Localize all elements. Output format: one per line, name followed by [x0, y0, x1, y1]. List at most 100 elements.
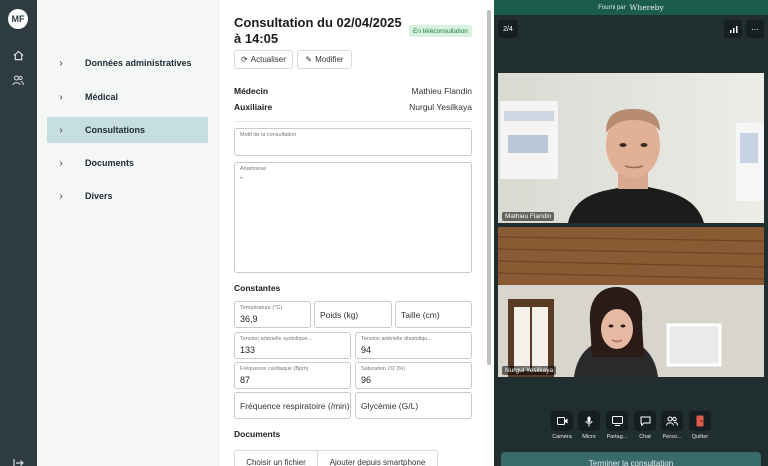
page-title: Consultation du 02/04/2025 à 14:05 [234, 15, 402, 46]
edit-button[interactable]: ✎ Modifier [297, 50, 352, 69]
sidebar-item-medical[interactable]: › Médical [47, 84, 208, 110]
systolic-value: 133 [240, 345, 256, 355]
motif-field[interactable]: Motif de la consultation [234, 128, 472, 156]
stats-icon[interactable] [724, 20, 742, 38]
microphone-icon [578, 411, 600, 431]
weight-placeholder: Poids (kg) [320, 309, 359, 320]
chevron-right-icon: › [59, 190, 63, 202]
glycemia-placeholder: Glycémie (G/L) [361, 400, 419, 411]
constants-heading: Constantes [234, 283, 281, 293]
refresh-icon: ⟳ [241, 55, 248, 64]
microphone-button[interactable]: Micro [575, 411, 603, 440]
screen-share-icon [606, 411, 628, 431]
divider [234, 121, 472, 122]
heart-rate-label: Fréquence cardiaque (Bpm) [240, 366, 309, 372]
logout-icon[interactable] [11, 456, 25, 466]
participant-name: Mathieu Flandin [502, 212, 555, 221]
pencil-icon: ✎ [305, 55, 313, 64]
temperature-field[interactable]: Température (°C) 36,9 [234, 301, 311, 328]
microphone-label: Micro [582, 434, 596, 440]
edit-label: Modifier [315, 55, 344, 64]
patient-sidebar: › Données administratives › Médical › Co… [37, 0, 220, 466]
doctor-label: Médecin [234, 86, 269, 96]
provided-by-label: Fourni par [598, 4, 626, 11]
chevron-right-icon: › [59, 157, 63, 169]
choose-file-label: Choisir un fichier [246, 457, 306, 466]
diastolic-value: 94 [361, 345, 372, 355]
consultation-panel: Consultation du 02/04/2025 à 14:05 En té… [220, 0, 493, 466]
doctor-video-feed [498, 73, 764, 223]
people-label: Perso... [662, 434, 682, 440]
sidebar-item-label: Divers [85, 191, 113, 201]
respiratory-placeholder: Fréquence respiratoire (/min) [240, 400, 350, 411]
sidebar-item-divers[interactable]: › Divers [47, 183, 208, 209]
people-button[interactable]: Perso... [658, 411, 686, 440]
video-tile-doctor[interactable]: Mathieu Flandin [498, 73, 764, 223]
chat-icon [634, 411, 656, 431]
heart-rate-field[interactable]: Fréquence cardiaque (Bpm) 87 [234, 362, 351, 389]
people-icon [661, 411, 683, 431]
provider-bar: Fourni par Whereby [494, 0, 768, 15]
saturation-field[interactable]: Saturation O2 (%) 96 [355, 362, 472, 389]
status-badge: En téléconsultation [409, 25, 472, 37]
leave-label: Quitter [691, 434, 709, 440]
saturation-value: 96 [361, 375, 372, 385]
sidebar-item-administratif[interactable]: › Données administratives [47, 50, 208, 76]
documents-heading: Documents [234, 429, 281, 439]
scrollbar[interactable] [487, 10, 491, 365]
camera-button[interactable]: Caméra [548, 411, 576, 440]
doctor-value: Mathieu Flandin [411, 86, 472, 96]
sidebar-item-label: Médical [85, 92, 119, 102]
weight-field[interactable]: Poids (kg) [314, 301, 392, 328]
heart-rate-value: 87 [240, 375, 251, 385]
screen-share-label: Partag... [606, 434, 628, 440]
whereby-logo: Whereby [629, 3, 664, 12]
systolic-field[interactable]: Tension artérielle systolique... 133 [234, 332, 351, 359]
avatar[interactable]: MF [8, 9, 28, 29]
respiratory-rate-field[interactable]: Fréquence respiratoire (/min) [234, 392, 351, 419]
chevron-right-icon: › [59, 57, 63, 69]
more-options-icon[interactable]: ⋯ [746, 20, 764, 38]
chat-button[interactable]: Chat [631, 411, 659, 440]
choose-file-button[interactable]: Choisir un fichier [234, 450, 318, 466]
app-rail: MF [0, 0, 37, 466]
add-from-phone-label: Ajouter depuis smartphone [329, 457, 426, 466]
chevron-right-icon: › [59, 91, 63, 103]
participant-count[interactable]: 2/4 [498, 20, 518, 38]
video-tile-assistant[interactable]: Nurgul Yesilkaya [498, 227, 764, 377]
add-from-phone-button[interactable]: Ajouter depuis smartphone [317, 450, 438, 466]
temperature-value: 36,9 [240, 314, 258, 324]
sidebar-item-documents[interactable]: › Documents [47, 150, 208, 176]
leave-button[interactable]: Quitter [686, 411, 714, 440]
sidebar-item-consultations[interactable]: › Consultations [47, 117, 208, 143]
diastolic-field[interactable]: Tension artérielle diastoliqu... 94 [355, 332, 472, 359]
anamnese-label: Anamnèse [240, 166, 267, 172]
chat-label: Chat [639, 434, 651, 440]
camera-icon [551, 411, 573, 431]
participant-name: Nurgul Yesilkaya [502, 366, 557, 375]
motif-label: Motif de la consultation [240, 132, 297, 138]
home-icon[interactable] [11, 48, 25, 62]
leave-icon [689, 411, 711, 431]
end-consultation-button[interactable]: Terminer la consultation [501, 452, 761, 466]
users-icon[interactable] [11, 73, 25, 87]
assistant-value: Nurgul Yesilkaya [409, 102, 472, 112]
sidebar-item-label: Consultations [85, 125, 145, 135]
chevron-right-icon: › [59, 124, 63, 136]
refresh-button[interactable]: ⟳ Actualiser [234, 50, 293, 69]
saturation-label: Saturation O2 (%) [361, 366, 406, 372]
height-placeholder: Taille (cm) [401, 309, 440, 320]
refresh-label: Actualiser [250, 55, 286, 64]
camera-label: Caméra [552, 434, 572, 440]
sidebar-item-label: Documents [85, 158, 135, 168]
height-field[interactable]: Taille (cm) [395, 301, 472, 328]
systolic-label: Tension artérielle systolique... [240, 336, 313, 342]
anamnese-field[interactable]: Anamnèse - [234, 162, 472, 273]
anamnese-value: - [240, 173, 243, 182]
sidebar-item-label: Données administratives [85, 58, 192, 68]
glycemia-field[interactable]: Glycémie (G/L) [355, 392, 472, 419]
video-call-panel: Fourni par Whereby 2/4 ⋯ Mathieu Flandin… [494, 0, 768, 466]
assistant-label: Auxiliaire [234, 102, 273, 112]
assistant-video-feed [498, 227, 764, 377]
screen-share-button[interactable]: Partag... [603, 411, 631, 440]
